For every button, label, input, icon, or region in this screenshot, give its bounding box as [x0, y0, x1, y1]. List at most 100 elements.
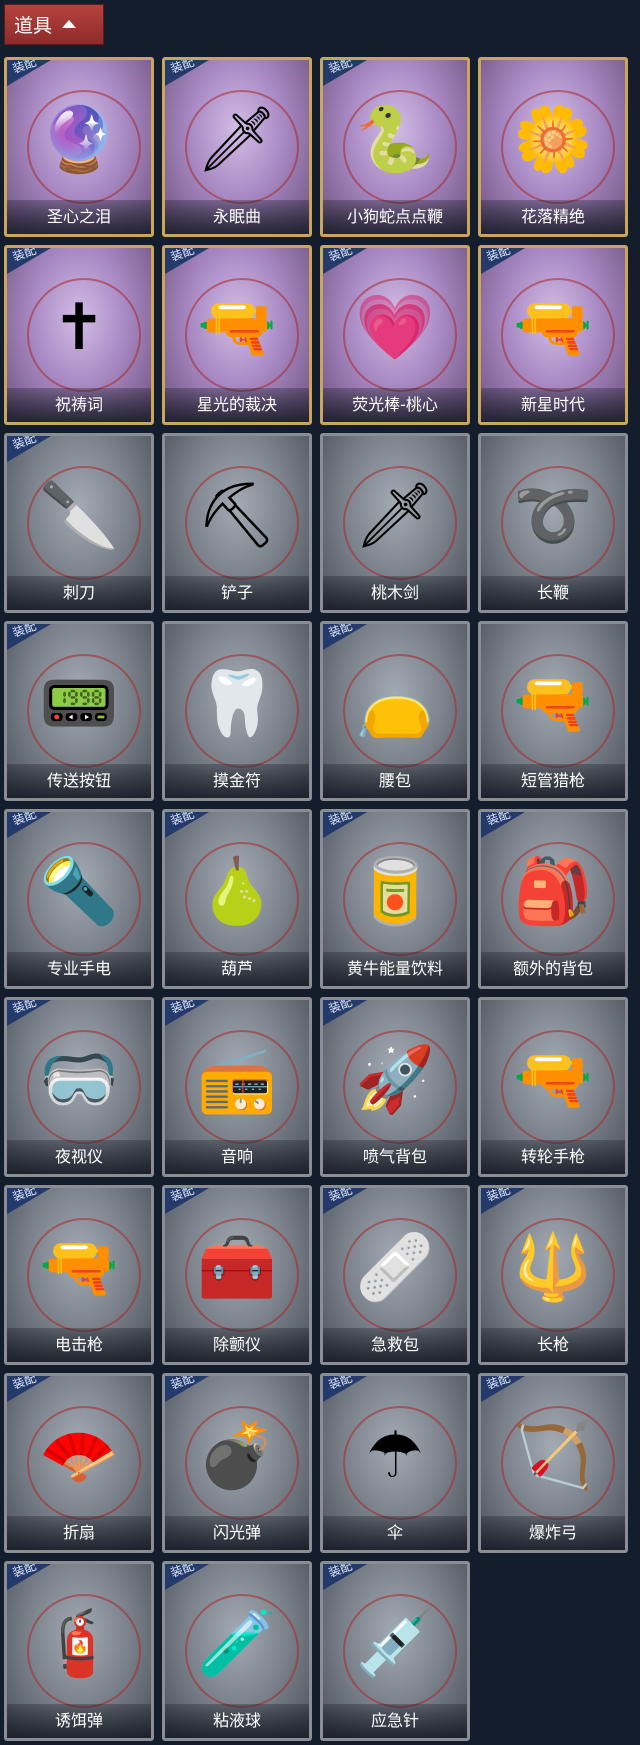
- item-card[interactable]: 装配 ☂ 伞: [320, 1373, 470, 1553]
- item-card[interactable]: 装配 🔪 刺刀: [4, 433, 154, 613]
- item-label: 永眠曲: [165, 200, 309, 234]
- equipped-badge-label: 装配: [10, 433, 39, 453]
- item-card[interactable]: 装配 🔫 电击枪: [4, 1185, 154, 1365]
- item-label: 粘液球: [165, 1704, 309, 1738]
- item-label: 诱饵弹: [7, 1704, 151, 1738]
- equipped-badge-label: 装配: [10, 997, 39, 1017]
- umbrella-icon: ☂: [366, 1419, 424, 1493]
- item-card[interactable]: 装配 👝 腰包: [320, 621, 470, 801]
- item-card[interactable]: 装配 🏹 爆炸弓: [478, 1373, 628, 1553]
- equipped-badge: 装配: [323, 248, 367, 274]
- item-label: 短管猎枪: [481, 764, 625, 798]
- item-card[interactable]: 装配 📻 音响: [162, 997, 312, 1177]
- equipped-badge: 装配: [481, 1376, 525, 1402]
- item-card[interactable]: 装配 🍐 葫芦: [162, 809, 312, 989]
- bayonet-icon: 🔪: [39, 479, 119, 553]
- item-card[interactable]: 装配 🧯 诱饵弹: [4, 1561, 154, 1741]
- item-label: 闪光弹: [165, 1516, 309, 1550]
- item-card[interactable]: 🦷 摸金符: [162, 621, 312, 801]
- equipped-badge-label: 装配: [484, 809, 513, 829]
- item-card[interactable]: 装配 💗 荧光棒-桃心: [320, 245, 470, 425]
- item-card[interactable]: ⛏ 铲子: [162, 433, 312, 613]
- item-card[interactable]: 装配 ✝ 祝祷词: [4, 245, 154, 425]
- equipped-badge-label: 装配: [326, 621, 355, 641]
- item-card[interactable]: 装配 🔱 长枪: [478, 1185, 628, 1365]
- equipped-badge: 装配: [481, 812, 525, 838]
- item-card[interactable]: 🗡 桃木剑: [320, 433, 470, 613]
- item-label: 额外的背包: [481, 952, 625, 986]
- item-card[interactable]: 装配 💉 应急针: [320, 1561, 470, 1741]
- flashbang-icon: 💣: [197, 1419, 277, 1493]
- backpack-icon: 🎒: [513, 855, 593, 929]
- item-card[interactable]: 装配 🔮 圣心之泪: [4, 57, 154, 237]
- item-label: 电击枪: [7, 1328, 151, 1362]
- shotgun-icon: 🔫: [197, 291, 277, 365]
- item-card[interactable]: 装配 🪭 折扇: [4, 1373, 154, 1553]
- item-card[interactable]: 🔫 转轮手枪: [478, 997, 628, 1177]
- item-label: 腰包: [323, 764, 467, 798]
- equipped-badge: 装配: [7, 1564, 51, 1590]
- item-card[interactable]: 装配 🥫 黄牛能量饮料: [320, 809, 470, 989]
- item-label: 音响: [165, 1140, 309, 1174]
- equipped-badge-label: 装配: [10, 1185, 39, 1205]
- item-label: 除颤仪: [165, 1328, 309, 1362]
- items-category-toggle[interactable]: 道具: [4, 4, 104, 45]
- equipped-badge-label: 装配: [326, 1373, 355, 1393]
- equipped-badge-label: 装配: [10, 1373, 39, 1393]
- item-card[interactable]: 装配 🎒 额外的背包: [478, 809, 628, 989]
- equipped-badge-label: 装配: [484, 245, 513, 265]
- equipped-badge-label: 装配: [484, 1185, 513, 1205]
- item-card[interactable]: 装配 🧪 粘液球: [162, 1561, 312, 1741]
- item-label: 长鞭: [481, 576, 625, 610]
- equipped-badge-label: 装配: [484, 1373, 513, 1393]
- equipped-badge-label: 装配: [168, 809, 197, 829]
- equipped-badge: 装配: [7, 436, 51, 462]
- sword-icon: 🗡: [196, 103, 278, 177]
- equipped-badge-label: 装配: [168, 1561, 197, 1581]
- jetpack-icon: 🚀: [355, 1043, 435, 1117]
- item-card[interactable]: 装配 🥽 夜视仪: [4, 997, 154, 1177]
- chevron-up-icon: [62, 19, 77, 28]
- item-label: 桃木剑: [323, 576, 467, 610]
- item-card[interactable]: 装配 🔦 专业手电: [4, 809, 154, 989]
- item-label: 刺刀: [7, 576, 151, 610]
- item-label: 铲子: [165, 576, 309, 610]
- equipped-badge: 装配: [323, 60, 367, 86]
- flower-pendant-icon: 🌼: [513, 103, 593, 177]
- item-card[interactable]: ➰ 长鞭: [478, 433, 628, 613]
- item-card[interactable]: 装配 🔫 星光的裁决: [162, 245, 312, 425]
- item-card[interactable]: 装配 💣 闪光弹: [162, 1373, 312, 1553]
- equipped-badge-label: 装配: [168, 997, 197, 1017]
- equipped-badge: 装配: [7, 624, 51, 650]
- teleport-button-icon: 📟: [39, 667, 119, 741]
- item-card[interactable]: 装配 🐍 小狗蛇点点鞭: [320, 57, 470, 237]
- item-card[interactable]: 🔫 短管猎枪: [478, 621, 628, 801]
- whip-icon: ➰: [513, 479, 593, 553]
- equipped-badge: 装配: [7, 248, 51, 274]
- revolver-icon: 🔫: [513, 1043, 593, 1117]
- equipped-badge: 装配: [165, 248, 209, 274]
- item-card[interactable]: 装配 🚀 喷气背包: [320, 997, 470, 1177]
- equipped-badge: 装配: [165, 1376, 209, 1402]
- stun-gun-icon: 🔫: [39, 1231, 119, 1305]
- bow-icon: 🏹: [513, 1419, 593, 1493]
- equipped-badge: 装配: [323, 1188, 367, 1214]
- glow-wand-icon: 💗: [355, 291, 435, 365]
- wooden-sword-icon: 🗡: [354, 479, 436, 553]
- item-card[interactable]: 装配 🧰 除颤仪: [162, 1185, 312, 1365]
- item-card[interactable]: 装配 🗡 永眠曲: [162, 57, 312, 237]
- item-card[interactable]: 装配 🩹 急救包: [320, 1185, 470, 1365]
- item-card[interactable]: 装配 🔫 新星时代: [478, 245, 628, 425]
- item-label: 花落精绝: [481, 200, 625, 234]
- equipped-badge: 装配: [165, 1564, 209, 1590]
- item-card[interactable]: 🌼 花落精绝: [478, 57, 628, 237]
- item-label: 伞: [323, 1516, 467, 1550]
- equipped-badge-label: 装配: [168, 1185, 197, 1205]
- equipped-badge-label: 装配: [326, 997, 355, 1017]
- item-card[interactable]: 装配 📟 传送按钮: [4, 621, 154, 801]
- energy-drink-icon: 🥫: [355, 855, 435, 929]
- snake-whip-icon: 🐍: [355, 103, 435, 177]
- equipped-badge: 装配: [7, 1188, 51, 1214]
- item-label: 喷气背包: [323, 1140, 467, 1174]
- revolver-icon: 🔫: [513, 291, 593, 365]
